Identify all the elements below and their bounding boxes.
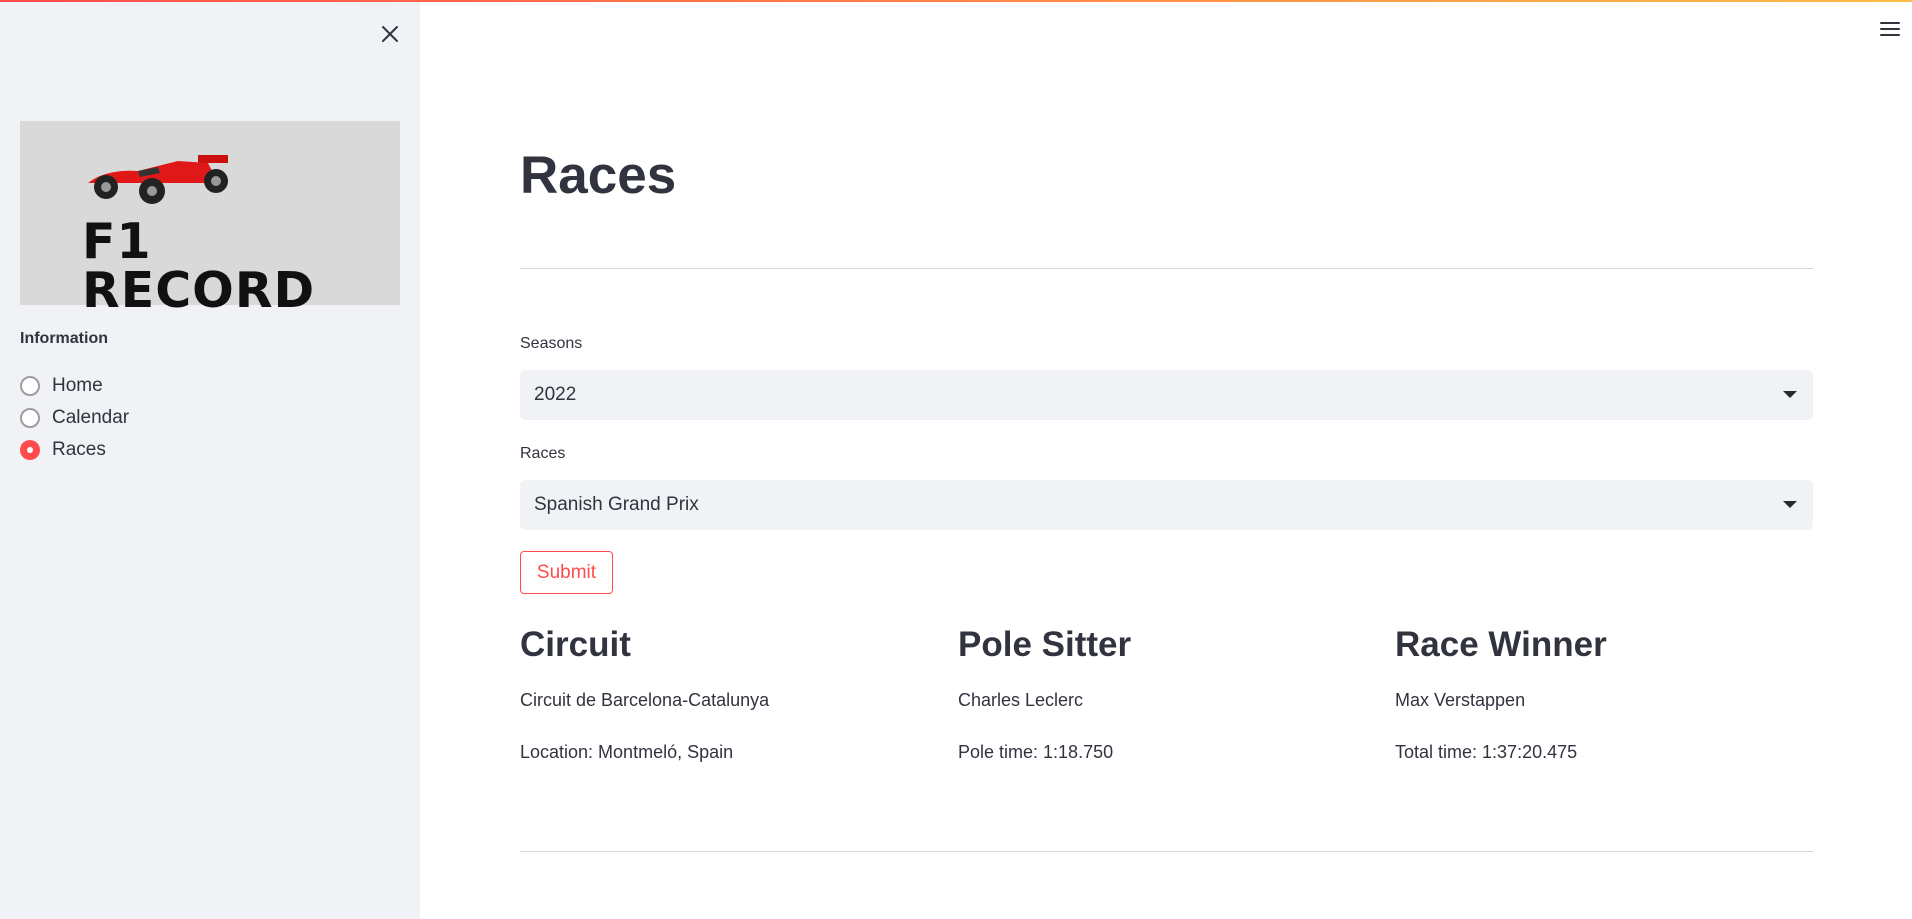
pole-sitter-name: Charles Leclerc	[958, 690, 1084, 710]
nav-radio-label: Home	[52, 375, 103, 396]
races-select[interactable]: Spanish Grand Prix	[520, 480, 1813, 530]
seasons-select-value: 2022	[534, 384, 577, 405]
sidebar: F1 RECORD Information Home Calendar Race…	[0, 2, 420, 919]
column-heading: Race Winner	[1395, 625, 1607, 664]
hamburger-menu-icon	[1880, 22, 1900, 36]
circuit-location: Location: Montmeló, Spain	[520, 742, 734, 762]
race-car-icon	[88, 155, 228, 204]
logo-text: F1 RECORD	[82, 213, 316, 319]
seasons-label: Seasons	[520, 335, 583, 352]
circuit-column: Circuit Circuit de Barcelona-Catalunya L…	[520, 624, 940, 762]
nav-radio-label: Races	[52, 439, 106, 460]
column-heading: Pole Sitter	[958, 625, 1132, 664]
nav-radio-label: Calendar	[52, 407, 130, 428]
race-winner-column: Race Winner Max Verstappen Total time: 1…	[1395, 624, 1815, 762]
chevron-down-icon	[1783, 391, 1797, 398]
chevron-down-icon	[1783, 501, 1797, 508]
nav-radio-calendar[interactable]: Calendar	[20, 402, 129, 434]
race-winner-name: Max Verstappen	[1395, 690, 1526, 710]
submit-button[interactable]: Submit	[520, 551, 613, 594]
app-logo: F1 RECORD	[20, 121, 400, 315]
nav-radio-home[interactable]: Home	[20, 370, 129, 402]
column-heading: Circuit	[520, 625, 631, 664]
radio-checked-icon	[20, 440, 40, 460]
divider	[520, 851, 1813, 852]
main-menu-button[interactable]	[1876, 16, 1904, 42]
navigation-radio-group: Home Calendar Races	[20, 370, 129, 466]
pole-sitter-column: Pole Sitter Charles Leclerc Pole time: 1…	[958, 624, 1378, 762]
total-time: Total time: 1:37:20.475	[1395, 742, 1578, 762]
nav-radio-races[interactable]: Races	[20, 434, 129, 466]
radio-unchecked-icon	[20, 376, 40, 396]
close-icon	[382, 26, 398, 42]
pole-time: Pole time: 1:18.750	[958, 742, 1114, 762]
divider	[520, 268, 1813, 269]
page-title: Races	[520, 146, 677, 205]
radio-unchecked-icon	[20, 408, 40, 428]
races-select-value: Spanish Grand Prix	[534, 494, 699, 515]
nav-section-label: Information	[20, 330, 108, 347]
circuit-name: Circuit de Barcelona-Catalunya	[520, 690, 770, 710]
seasons-select[interactable]: 2022	[520, 370, 1813, 420]
close-sidebar-button[interactable]	[372, 18, 408, 50]
races-label: Races	[520, 445, 566, 462]
